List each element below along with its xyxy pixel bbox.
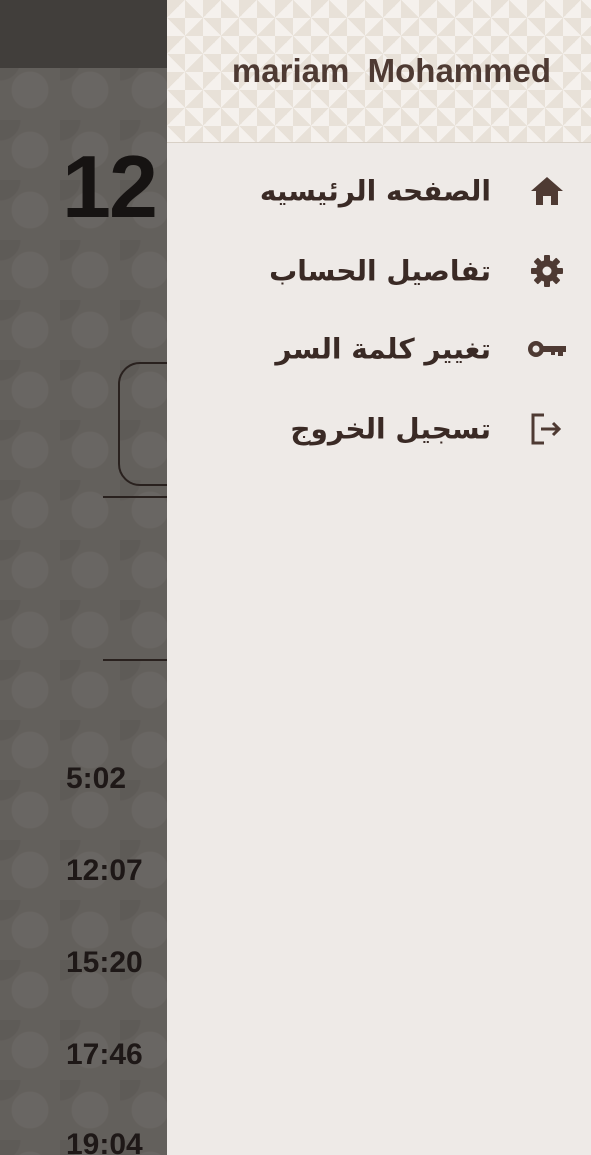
gear-icon <box>527 251 567 291</box>
menu-item-label: الصفحه الرئيسيه <box>259 174 491 208</box>
menu-item-logout[interactable]: تسجيل الخروج <box>167 390 591 468</box>
menu-item-label: تسجيل الخروج <box>290 412 491 446</box>
menu-item-label: تفاصيل الحساب <box>269 254 491 288</box>
menu-item-change-password[interactable]: تغيير كلمة السر <box>167 310 591 388</box>
menu-item-account-details[interactable]: تفاصيل الحساب <box>167 232 591 310</box>
navigation-drawer: mariam Mohammed الصفحه الرئيسيه تفاصيل ا… <box>167 0 591 1155</box>
menu-item-label: تغيير كلمة السر <box>275 332 491 366</box>
drawer-header: mariam Mohammed <box>167 0 591 143</box>
key-icon <box>527 329 567 369</box>
user-name: mariam Mohammed <box>231 52 551 89</box>
menu-item-home[interactable]: الصفحه الرئيسيه <box>167 152 591 230</box>
logout-icon <box>527 409 567 449</box>
home-icon <box>527 171 567 211</box>
